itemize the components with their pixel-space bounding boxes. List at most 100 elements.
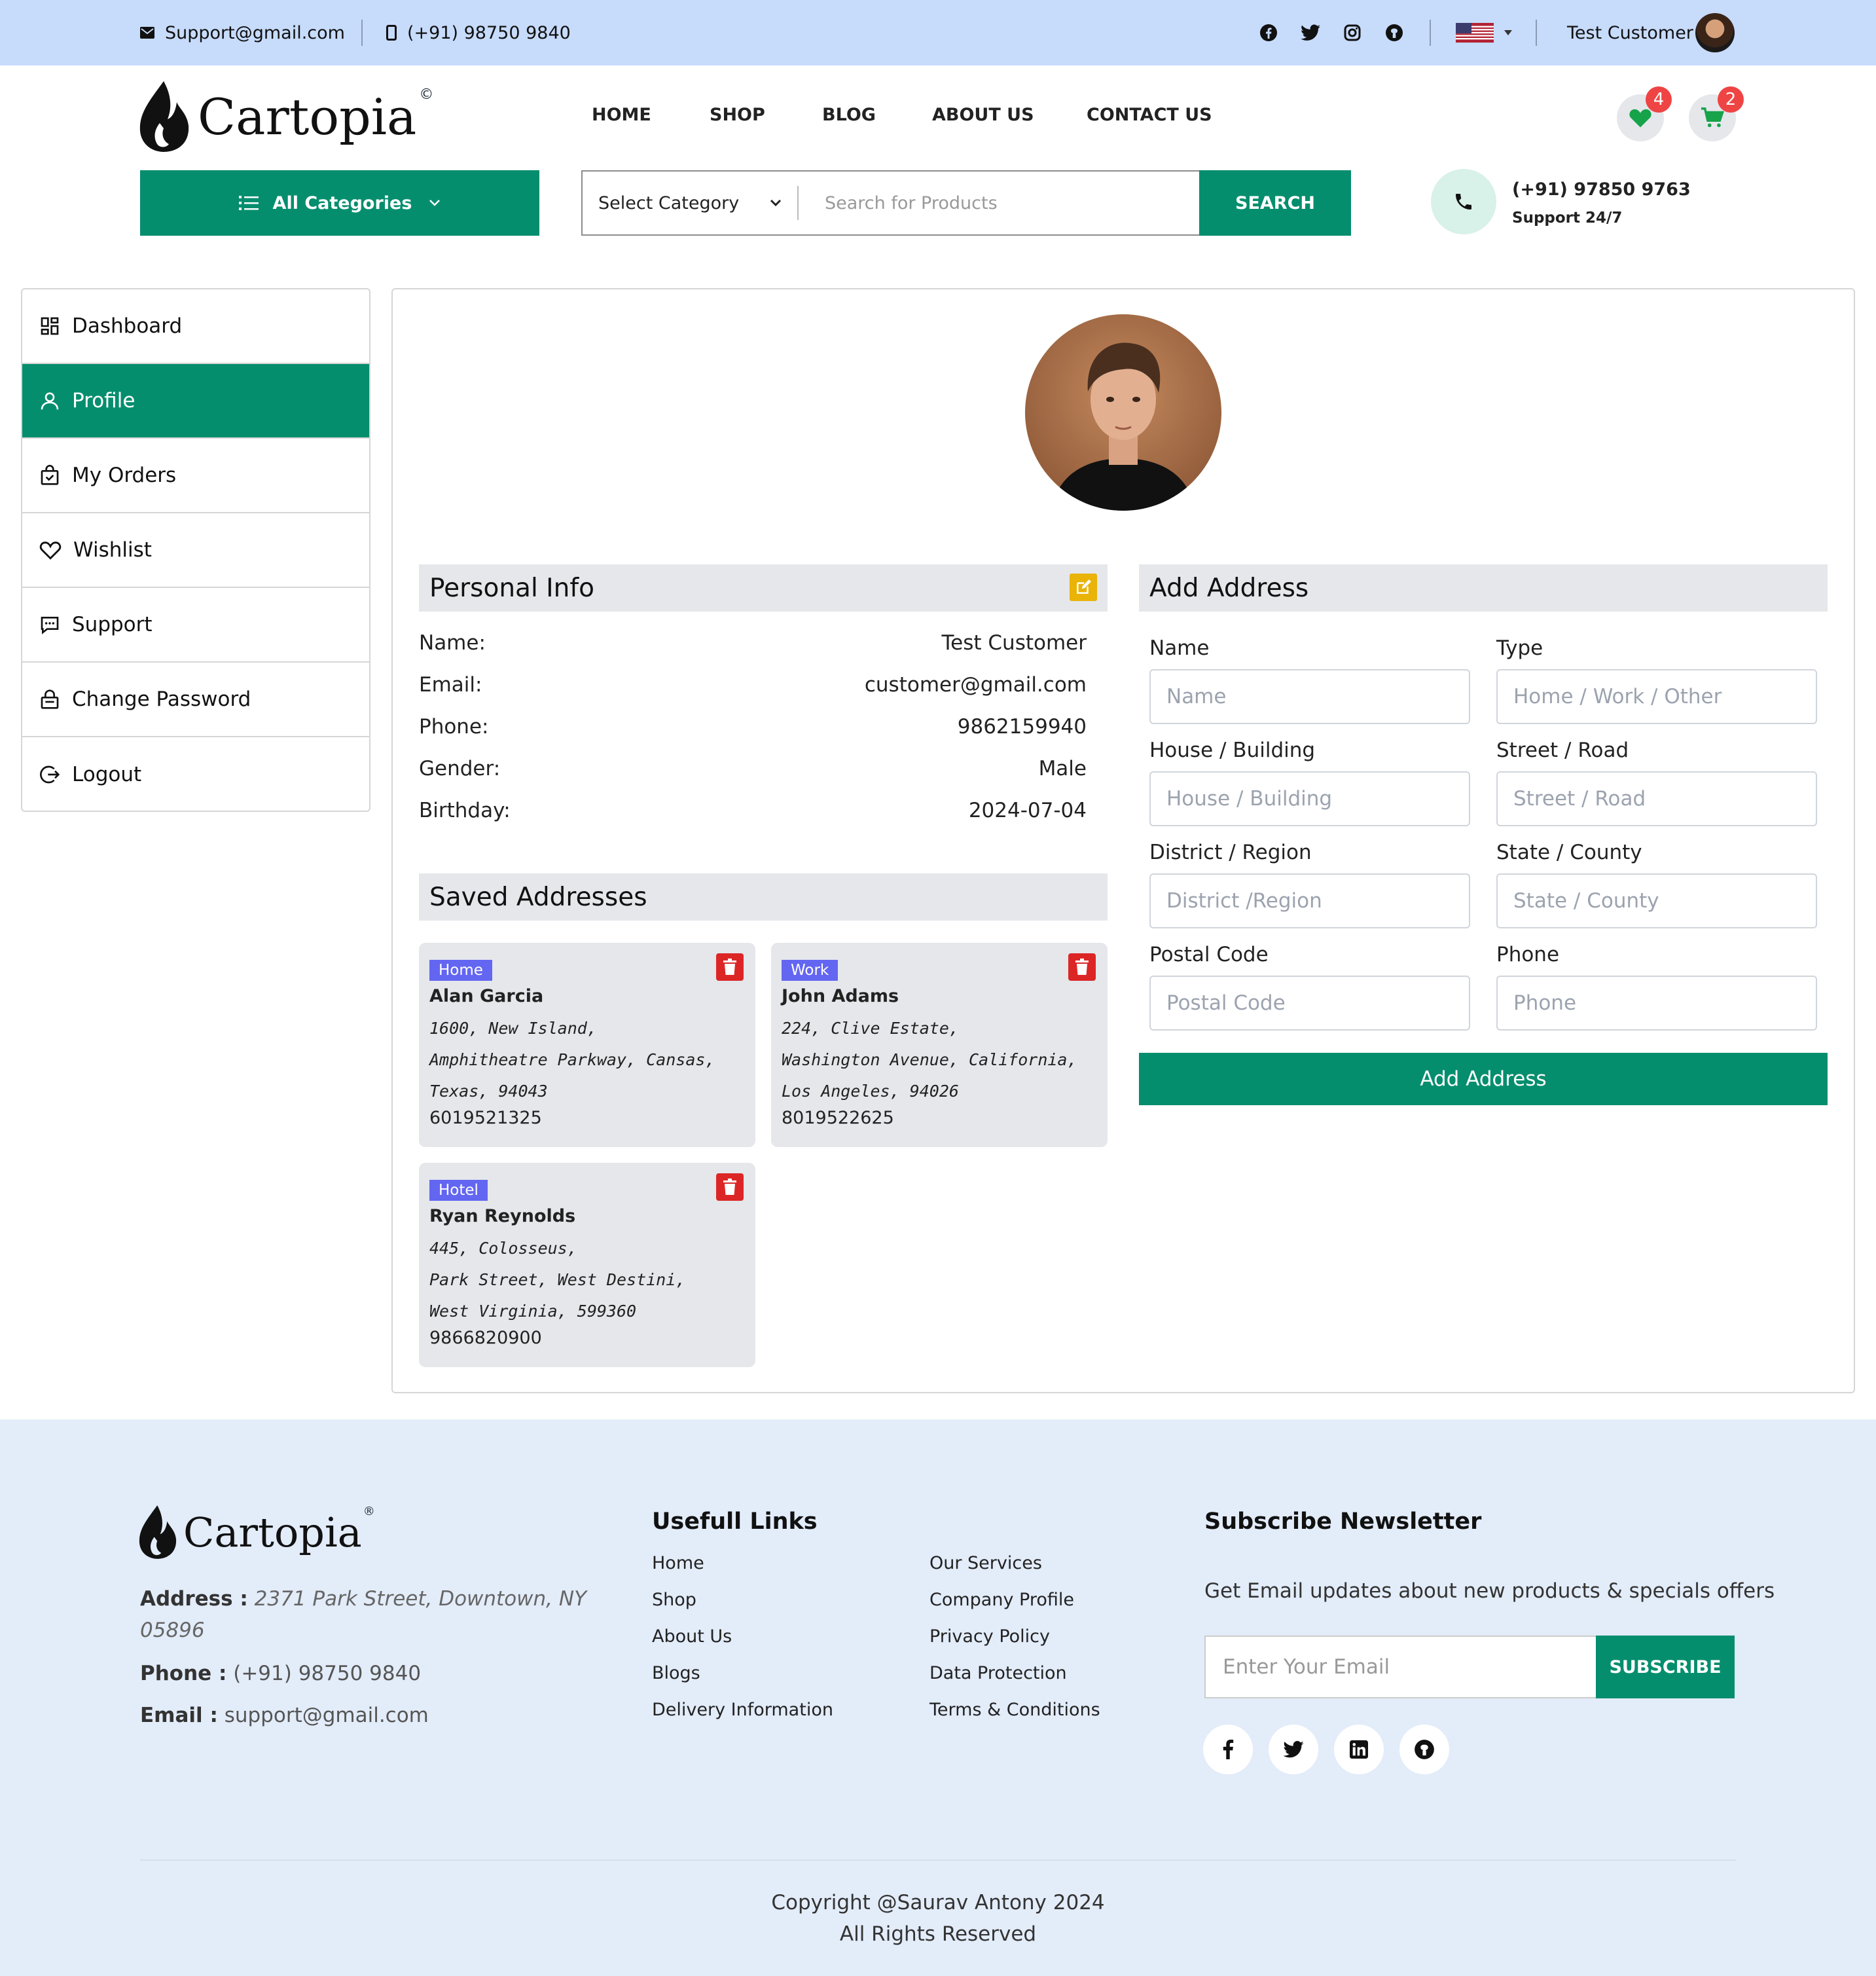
edit-icon[interactable]	[1070, 574, 1097, 601]
house-building-label: House / Building	[1149, 739, 1316, 762]
nav-home[interactable]: HOME	[592, 105, 651, 125]
sidebar-item-logout[interactable]: Logout	[22, 737, 369, 811]
lock-icon	[41, 689, 59, 709]
footer-address-line: 05896	[140, 1619, 205, 1642]
github-icon[interactable]	[1399, 1725, 1449, 1774]
address-line: Park Street, West Destini,	[429, 1270, 686, 1289]
heart-icon	[1629, 109, 1651, 128]
address-name: Ryan Reynolds	[429, 1206, 576, 1226]
address-phone: 9866820900	[429, 1328, 542, 1348]
all-categories-button[interactable]: All Categories	[140, 170, 539, 236]
footer-link-delivery[interactable]: Delivery Information	[652, 1700, 833, 1720]
shopping-bag-icon	[41, 465, 59, 485]
wishlist-count-badge: 4	[1646, 86, 1672, 113]
sidebar-item-dashboard[interactable]: Dashboard	[22, 289, 369, 364]
state-county-input[interactable]: State / County	[1496, 873, 1817, 928]
mobile-icon	[386, 25, 397, 41]
instagram-icon[interactable]	[1341, 21, 1364, 45]
support-phone-number[interactable]: (+91) 97850 9763	[1512, 179, 1691, 200]
flame-logo-icon	[139, 1505, 177, 1559]
address-line: Amphitheatre Parkway, Cansas,	[429, 1050, 715, 1069]
footer-logo[interactable]: Cartopia ®	[137, 1499, 375, 1565]
footer-link-terms[interactable]: Terms & Conditions	[929, 1700, 1100, 1720]
trash-icon[interactable]	[716, 953, 744, 981]
type-input[interactable]: Home / Work / Other	[1496, 669, 1817, 724]
info-row-name: Name: Test Customer	[419, 631, 1087, 655]
nav-shop[interactable]: SHOP	[710, 105, 765, 125]
phone-label: Phone	[1496, 943, 1560, 966]
address-name: John Adams	[782, 986, 899, 1006]
search-button[interactable]: SEARCH	[1199, 170, 1351, 236]
logo[interactable]: Cartopia ©	[137, 80, 433, 153]
nav-blog[interactable]: BLOG	[822, 105, 876, 125]
footer-link-blogs[interactable]: Blogs	[652, 1663, 700, 1683]
add-address-button[interactable]: Add Address	[1139, 1053, 1828, 1105]
cart-icon	[1701, 107, 1725, 128]
address-line: 224, Clive Estate,	[782, 1019, 959, 1038]
nav-about-us[interactable]: ABOUT US	[932, 105, 1034, 125]
trash-icon[interactable]	[716, 1173, 744, 1201]
nav-contact-us[interactable]: CONTACT US	[1087, 105, 1212, 125]
heart-icon	[39, 541, 62, 560]
address-phone: 6019521325	[429, 1108, 542, 1128]
sidebar-item-change-password[interactable]: Change Password	[22, 663, 369, 737]
search-input[interactable]: Search for Products	[799, 172, 1199, 234]
footer-link-data-protection[interactable]: Data Protection	[929, 1663, 1067, 1683]
flame-logo-icon	[139, 81, 189, 152]
sidebar-item-support[interactable]: Support	[22, 588, 369, 663]
copyright: Copyright @Saurav Antony 2024	[771, 1891, 1105, 1914]
street-road-label: Street / Road	[1496, 739, 1629, 762]
subscribe-button[interactable]: SUBSCRIBE	[1596, 1636, 1735, 1698]
address-card: Hotel Ryan Reynolds 445, Colosseus, Park…	[419, 1163, 755, 1367]
newsletter-text: Get Email updates about new products & s…	[1204, 1579, 1775, 1603]
sidebar-item-my-orders[interactable]: My Orders	[22, 439, 369, 513]
cart-count-badge: 2	[1718, 86, 1744, 113]
footer-phone: Phone : (+91) 98750 9840	[140, 1662, 422, 1685]
house-building-input[interactable]: House / Building	[1149, 771, 1470, 826]
user-name[interactable]: Test Customer	[1567, 0, 1693, 65]
sidebar-item-wishlist[interactable]: Wishlist	[22, 513, 369, 588]
postal-code-label: Postal Code	[1149, 943, 1269, 966]
twitter-icon[interactable]	[1299, 21, 1322, 45]
support-phone[interactable]: (+91) 98750 9840	[386, 0, 571, 65]
personal-info-header: Personal Info	[419, 564, 1108, 612]
facebook-icon[interactable]	[1203, 1725, 1253, 1774]
chat-icon	[41, 617, 59, 634]
language-selector[interactable]	[1456, 0, 1523, 65]
dashboard-icon	[41, 317, 59, 335]
footer-link-privacy[interactable]: Privacy Policy	[929, 1626, 1050, 1647]
add-address-header: Add Address	[1139, 564, 1828, 612]
wishlist-button[interactable]: 4	[1617, 86, 1672, 141]
footer-link-home[interactable]: Home	[652, 1553, 704, 1573]
top-bar: Support@gmail.com (+91) 98750 9840 Test …	[0, 0, 1876, 65]
footer-link-services[interactable]: Our Services	[929, 1553, 1042, 1573]
phone-input[interactable]: Phone	[1496, 976, 1817, 1031]
cart-button[interactable]: 2	[1689, 86, 1744, 141]
twitter-icon[interactable]	[1269, 1725, 1318, 1774]
address-phone: 8019522625	[782, 1108, 894, 1128]
district-region-input[interactable]: District /Region	[1149, 873, 1470, 928]
avatar[interactable]	[1695, 13, 1735, 52]
postal-code-input[interactable]: Postal Code	[1149, 976, 1470, 1031]
profile-picture[interactable]	[1025, 314, 1221, 511]
address-line: Texas, 94043	[429, 1082, 548, 1101]
divider	[361, 20, 363, 46]
sidebar-item-profile[interactable]: Profile	[22, 364, 369, 439]
github-icon[interactable]	[1382, 21, 1406, 45]
linkedin-icon[interactable]	[1334, 1725, 1384, 1774]
category-select[interactable]: Select Category	[583, 186, 799, 220]
footer-link-company[interactable]: Company Profile	[929, 1590, 1074, 1610]
street-road-input[interactable]: Street / Road	[1496, 771, 1817, 826]
name-label: Name	[1149, 636, 1210, 660]
footer-link-about-us[interactable]: About Us	[652, 1626, 732, 1647]
facebook-icon[interactable]	[1257, 21, 1280, 45]
trash-icon[interactable]	[1068, 953, 1096, 981]
saved-addresses-header: Saved Addresses	[419, 873, 1108, 921]
footer-address: Address : 2371 Park Street, Downtown, NY	[140, 1587, 587, 1611]
support-email[interactable]: Support@gmail.com	[140, 0, 345, 65]
address-line: Los Angeles, 94026	[782, 1082, 959, 1101]
newsletter-email-input[interactable]: Enter Your Email	[1206, 1637, 1596, 1697]
info-row-gender: Gender: Male	[419, 757, 1087, 780]
name-input[interactable]: Name	[1149, 669, 1470, 724]
footer-link-shop[interactable]: Shop	[652, 1590, 696, 1610]
